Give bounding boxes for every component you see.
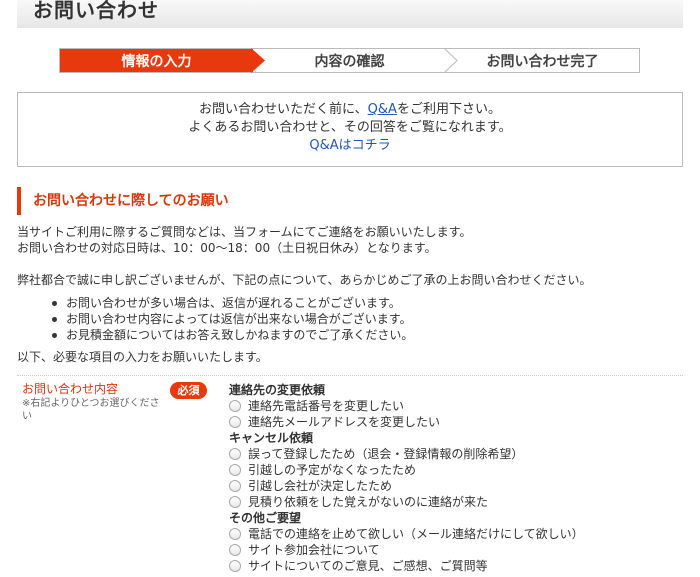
radio-change-phone[interactable]: 連絡先電話番号を変更したい <box>229 398 689 414</box>
list-item: お問い合わせ内容によっては返信が出来ない場合がございます。 <box>50 311 413 327</box>
radio-cancel-mistake[interactable]: 誤って登録したため（退会・登録情報の削除希望） <box>229 446 689 462</box>
radio-label: サイト参加会社について <box>248 543 380 557</box>
radio-icon[interactable] <box>229 560 241 572</box>
step-arrow-icon <box>444 48 458 73</box>
form-divider <box>17 375 683 376</box>
qa-inline-link[interactable]: Q&A <box>368 102 397 117</box>
notice-bullets: お問い合わせが多い場合は、返信が遅れることがございます。 お問い合わせ内容によっ… <box>50 295 413 343</box>
radio-icon[interactable] <box>229 480 241 492</box>
qa-page-link[interactable]: Q&Aはコチラ <box>309 138 390 153</box>
qa-line-2: よくあるお問い合わせと、その回答をご覧になれます。 <box>188 120 512 135</box>
radio-site-feedback[interactable]: サイトについてのご意見、ご感想、ご質問等 <box>229 558 689 574</box>
radio-icon[interactable] <box>229 448 241 460</box>
radio-icon[interactable] <box>229 400 241 412</box>
page-title: お問い合わせ <box>33 0 159 22</box>
step-input: 情報の入力 <box>60 48 265 73</box>
inquiry-field-label: お問い合わせ内容 <box>22 382 119 396</box>
radio-label: サイトについてのご意見、ご感想、ご質問等 <box>248 559 488 573</box>
inquiry-field-hint: ※右記よりひとつお選びください <box>22 398 160 422</box>
qa-notice-box: お問い合わせいただく前に、Q&Aをご利用下さい。 よくあるお問い合わせと、その回… <box>17 92 683 167</box>
option-group-title: キャンセル依頼 <box>229 431 314 445</box>
notice-intro: 当サイトご利用に際するご質問などは、当フォームにてご連絡をお願いいたします。 お… <box>17 224 471 256</box>
radio-cancel-decided[interactable]: 引越し会社が決定したため <box>229 478 689 494</box>
option-group-title: その他ご要望 <box>229 511 302 525</box>
step-confirm: 内容の確認 <box>253 48 458 73</box>
notice-outro: 以下、必要な項目の入力をお願いいたします。 <box>17 350 268 364</box>
required-badge: 必須 <box>170 382 207 399</box>
radio-cancel-no-move[interactable]: 引越しの予定がなくなったため <box>229 462 689 478</box>
radio-label: 誤って登録したため（退会・登録情報の削除希望） <box>248 447 524 461</box>
step-label: お問い合わせ完了 <box>486 53 599 70</box>
list-item: お見積金額についてはお答え致しかねますのでご了承ください。 <box>50 327 413 343</box>
notice-caution: 弊社都合で誠に申し訳ございませんが、下記の点について、あらかじめご了承の上お問い… <box>17 273 592 287</box>
radio-label: 電話での連絡を止めて欲しい（メール連絡だけにして欲しい） <box>248 527 584 541</box>
radio-label: 見積り依頼をした覚えがないのに連絡が来た <box>248 495 489 509</box>
step-label: 情報の入力 <box>121 53 192 70</box>
radio-stop-phone[interactable]: 電話での連絡を止めて欲しい（メール連絡だけにして欲しい） <box>229 526 689 542</box>
progress-steps: 情報の入力 内容の確認 お問い合わせ完了 <box>59 48 640 73</box>
qa-line-1-prefix: お問い合わせいただく前に、 <box>199 102 368 117</box>
notice-intro-1: 当サイトご利用に際するご質問などは、当フォームにてご連絡をお願いいたします。 <box>17 225 472 239</box>
option-group-title: 連絡先の変更依頼 <box>229 383 326 397</box>
radio-label: 引越し会社が決定したため <box>248 479 393 493</box>
inquiry-options: 連絡先の変更依頼 連絡先電話番号を変更したい 連絡先メールアドレスを変更したい … <box>229 382 689 574</box>
radio-icon[interactable] <box>229 496 241 508</box>
radio-icon[interactable] <box>229 544 241 556</box>
radio-change-email[interactable]: 連絡先メールアドレスを変更したい <box>229 414 689 430</box>
radio-cancel-unknown[interactable]: 見積り依頼をした覚えがないのに連絡が来た <box>229 494 689 510</box>
step-complete: お問い合わせ完了 <box>446 49 639 72</box>
step-label: 内容の確認 <box>314 53 385 70</box>
section-heading: お問い合わせに際してのお願い <box>17 187 229 215</box>
qa-line-1: お問い合わせいただく前に、Q&Aをご利用下さい。 <box>18 101 682 119</box>
radio-partner-company[interactable]: サイト参加会社について <box>229 542 689 558</box>
list-item: お問い合わせが多い場合は、返信が遅れることがございます。 <box>50 295 413 311</box>
step-arrow-icon <box>251 48 265 73</box>
qa-line-1-suffix: をご利用下さい。 <box>396 102 501 117</box>
radio-icon[interactable] <box>229 416 241 428</box>
radio-label: 連絡先メールアドレスを変更したい <box>248 415 441 429</box>
radio-label: 引越しの予定がなくなったため <box>248 463 417 477</box>
page-title-bar: お問い合わせ <box>17 0 683 28</box>
radio-icon[interactable] <box>229 528 241 540</box>
radio-label: 連絡先電話番号を変更したい <box>248 399 405 413</box>
notice-intro-2: お問い合わせの対応日時は、10：00〜18：00（土日祝日休み）となります。 <box>17 241 437 255</box>
radio-icon[interactable] <box>229 464 241 476</box>
